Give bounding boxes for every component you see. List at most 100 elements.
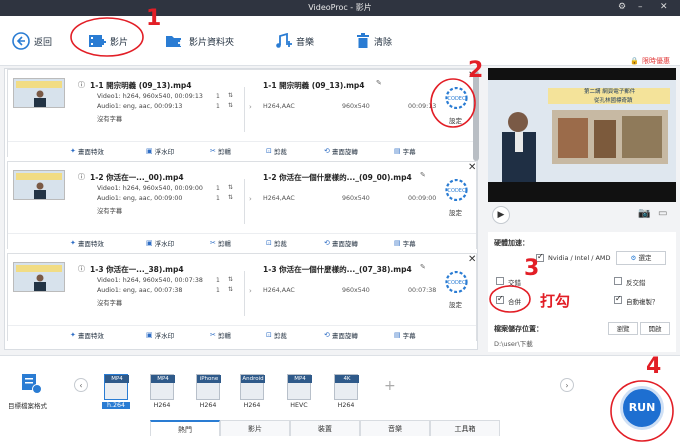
subtitle-button[interactable]: ▤ 字幕 <box>394 330 416 340</box>
tab-music[interactable]: 音樂 <box>360 420 430 436</box>
cut-button[interactable]: ✂ 剪輯 <box>210 238 231 248</box>
stepper-icon[interactable]: ⇅ <box>228 102 233 109</box>
add-format-button[interactable]: + <box>384 378 396 394</box>
rotate-button[interactable]: ⟲ 畫面旋轉 <box>324 238 358 248</box>
codec-settings-button[interactable]: CODEC <box>443 179 470 201</box>
rotate-button[interactable]: ⟲ 畫面旋轉 <box>324 330 358 340</box>
subtitle-button[interactable]: ▤ 字幕 <box>394 238 416 248</box>
effects-button[interactable]: ✦ 畫面特效 <box>70 330 104 340</box>
gift-icon: 🔒 <box>630 57 639 65</box>
cut-button[interactable]: ✂ 剪輯 <box>210 146 231 156</box>
back-button[interactable]: 返回 <box>12 32 52 50</box>
audio-count: 1 <box>216 195 220 202</box>
camera-icon[interactable]: 📷 <box>638 208 650 219</box>
source-title: 1-3 你活在一..._38).mp4 <box>90 265 184 274</box>
file-list: ⓘ 1-1 開宗明義 (09_13).mp4 Video1: h264, 960… <box>4 68 479 350</box>
output-duration: 00:07:38 <box>408 287 437 294</box>
file-card[interactable]: ⓘ 1-2 你活在一..._00).mp4 Video1: h264, 960x… <box>7 161 477 249</box>
file-card[interactable]: ⓘ 1-1 開宗明義 (09_13).mp4 Video1: h264, 960… <box>7 69 477 157</box>
video-thumbnail[interactable] <box>13 78 65 108</box>
clear-button[interactable]: 清除 <box>356 33 392 49</box>
video-count: 1 <box>216 93 220 100</box>
stepper-icon[interactable]: ⇅ <box>228 194 233 201</box>
annotation-circle-2 <box>430 78 476 128</box>
stepper-icon[interactable]: ⇅ <box>228 92 233 99</box>
folder-icon[interactable]: ▭ <box>658 208 667 219</box>
tab-popular[interactable]: 熱門 <box>150 420 220 436</box>
tab-toolbox[interactable]: 工具箱 <box>430 420 500 436</box>
effects-button[interactable]: ✦ 畫面特效 <box>70 146 104 156</box>
info-icon[interactable]: ⓘ <box>78 172 85 182</box>
edit-pencil-icon[interactable]: ✎ <box>420 171 426 179</box>
info-icon[interactable]: ⓘ <box>78 80 85 90</box>
minimize-icon[interactable]: – <box>638 2 643 12</box>
svg-text:CODEC: CODEC <box>448 188 466 194</box>
file-card[interactable]: ⓘ 1-3 你活在一..._38).mp4 Video1: h264, 960x… <box>7 253 477 341</box>
codec-settings-label: 設定 <box>449 209 462 217</box>
crop-button[interactable]: ⊡ 剪裁 <box>266 330 287 340</box>
target-format-icon[interactable] <box>20 372 42 394</box>
effects-button[interactable]: ✦ 畫面特效 <box>70 238 104 248</box>
watermark-button[interactable]: ▣ 浮水印 <box>146 238 174 248</box>
preview-frame <box>488 80 676 182</box>
video-count: 1 <box>216 185 220 192</box>
arrow-right-icon: › <box>249 287 252 295</box>
remove-close-icon[interactable]: ✕ <box>468 254 476 265</box>
tab-device[interactable]: 裝置 <box>290 420 360 436</box>
codec-settings-button[interactable]: CODEC <box>443 271 470 293</box>
format-mp4-h264[interactable]: MP4 h.264 <box>102 374 130 409</box>
crop-button[interactable]: ⊡ 剪裁 <box>266 238 287 248</box>
subtitle-info: 沒有字幕 <box>97 208 123 215</box>
rotate-button[interactable]: ⟲ 畫面旋轉 <box>324 146 358 156</box>
scroll-left-button[interactable]: ‹ <box>74 378 88 392</box>
subtitle-button[interactable]: ▤ 字幕 <box>394 146 416 156</box>
format-android[interactable]: Android H264 <box>238 374 266 409</box>
audio-count: 1 <box>216 287 220 294</box>
promo-label: 限時優惠 <box>642 57 670 65</box>
scroll-right-button[interactable]: › <box>560 378 574 392</box>
edit-pencil-icon[interactable]: ✎ <box>420 263 426 271</box>
window-title: VideoProc - 影片 <box>308 3 372 12</box>
music-plus-icon <box>276 33 292 48</box>
format-caption: h.264 <box>102 402 130 409</box>
card-actions: ✦ 畫面特效 ▣ 浮水印 ✂ 剪輯 ⊡ 剪裁 ⟲ 畫面旋轉 ▤ 字幕 <box>8 233 476 249</box>
annotation-circle-3 <box>489 285 531 313</box>
video-thumbnail[interactable] <box>13 170 65 200</box>
reverse-checkbox[interactable] <box>614 277 622 285</box>
watermark-button[interactable]: ▣ 浮水印 <box>146 330 174 340</box>
format-4k[interactable]: 4K H264 <box>332 374 360 409</box>
hw-select-button[interactable]: ⚙ 選定 <box>616 251 666 265</box>
auto-copy-checkbox[interactable] <box>614 294 622 304</box>
format-caption: H264 <box>153 402 171 409</box>
browse-button[interactable]: 瀏覽 <box>608 322 638 335</box>
info-icon[interactable]: ⓘ <box>78 264 85 274</box>
cut-button[interactable]: ✂ 剪輯 <box>210 330 231 340</box>
output-codec: H264,AAC <box>263 287 295 294</box>
tab-video[interactable]: 影片 <box>220 420 290 436</box>
source-title: 1-1 開宗明義 (09_13).mp4 <box>90 81 192 90</box>
remove-close-icon[interactable]: ✕ <box>468 162 476 173</box>
format-mp4[interactable]: MP4 H264 <box>148 374 176 409</box>
add-music-button[interactable]: 音樂 <box>274 33 314 49</box>
open-folder-button[interactable]: 開啟 <box>640 322 670 335</box>
stepper-icon[interactable]: ⇅ <box>228 184 233 191</box>
crop-button[interactable]: ⊡ 剪裁 <box>266 146 287 156</box>
format-mp4-hevc[interactable]: MP4 HEVC <box>285 374 313 409</box>
play-button[interactable]: ▶ <box>492 206 510 224</box>
close-icon[interactable]: ✕ <box>660 2 668 12</box>
audio-count: 1 <box>216 103 220 110</box>
gear-icon[interactable]: ⚙ <box>618 2 626 12</box>
auto-copy-label: 自動複製？ <box>626 298 659 306</box>
stepper-icon[interactable]: ⇅ <box>228 286 233 293</box>
format-iphone[interactable]: iPhone H264 <box>194 374 222 409</box>
annotation-number-3: 3 <box>524 256 540 281</box>
promo-link[interactable]: 🔒 限時優惠 <box>630 56 670 66</box>
watermark-button[interactable]: ▣ 浮水印 <box>146 146 174 156</box>
stepper-icon[interactable]: ⇅ <box>228 276 233 283</box>
output-codec: H264,AAC <box>263 195 295 202</box>
back-arrow-icon <box>12 32 30 50</box>
output-title: 1-1 開宗明義 (09_13).mp4 <box>263 81 365 90</box>
add-video-folder-button[interactable]: 影片資料夾 <box>165 33 234 49</box>
video-thumbnail[interactable] <box>13 262 65 292</box>
edit-pencil-icon[interactable]: ✎ <box>376 79 382 87</box>
